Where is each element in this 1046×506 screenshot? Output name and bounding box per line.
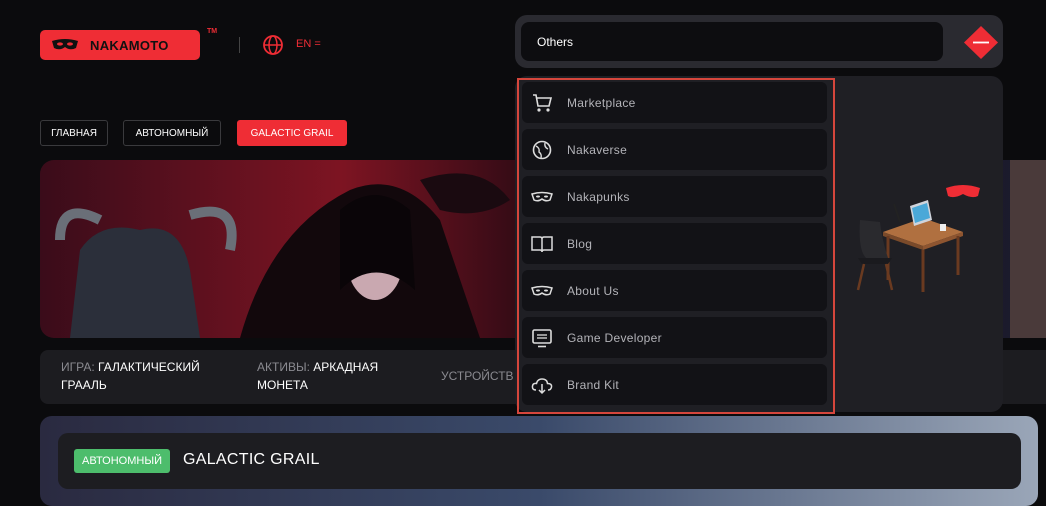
status-badge: АВТОНОМНЫЙ [74,449,170,473]
trademark-mark: TM [207,28,218,35]
info-assets: АКТИВЫ: АРКАДНАЯ МОНЕТА [257,360,379,392]
nakamoto-logo[interactable]: NAKAMOTO [40,30,200,60]
mask-icon [52,39,78,50]
breadcrumb-autonomous[interactable]: АВТОНОМНЫЙ [123,120,221,146]
header-divider [239,37,240,53]
language-selector[interactable]: EN = [296,38,321,50]
info-game: ИГРА: ГАЛАКТИЧЕСКИЙ ГРААЛЬ [61,360,200,392]
collapse-icon[interactable] [960,25,1002,60]
desk-illustration [856,185,980,292]
breadcrumb-galactic-grail[interactable]: GALACTIC GRAIL [237,120,347,146]
globe-icon[interactable] [262,34,284,56]
dropdown-select[interactable]: Others [521,22,943,61]
breadcrumb-home[interactable]: ГЛАВНАЯ [40,120,108,146]
logo-text: NAKAMOTO [90,37,169,53]
menu-highlight-frame [517,78,835,414]
card-title: GALACTIC GRAIL [183,451,320,468]
info-device: УСТРОЙСТВ [441,369,514,383]
